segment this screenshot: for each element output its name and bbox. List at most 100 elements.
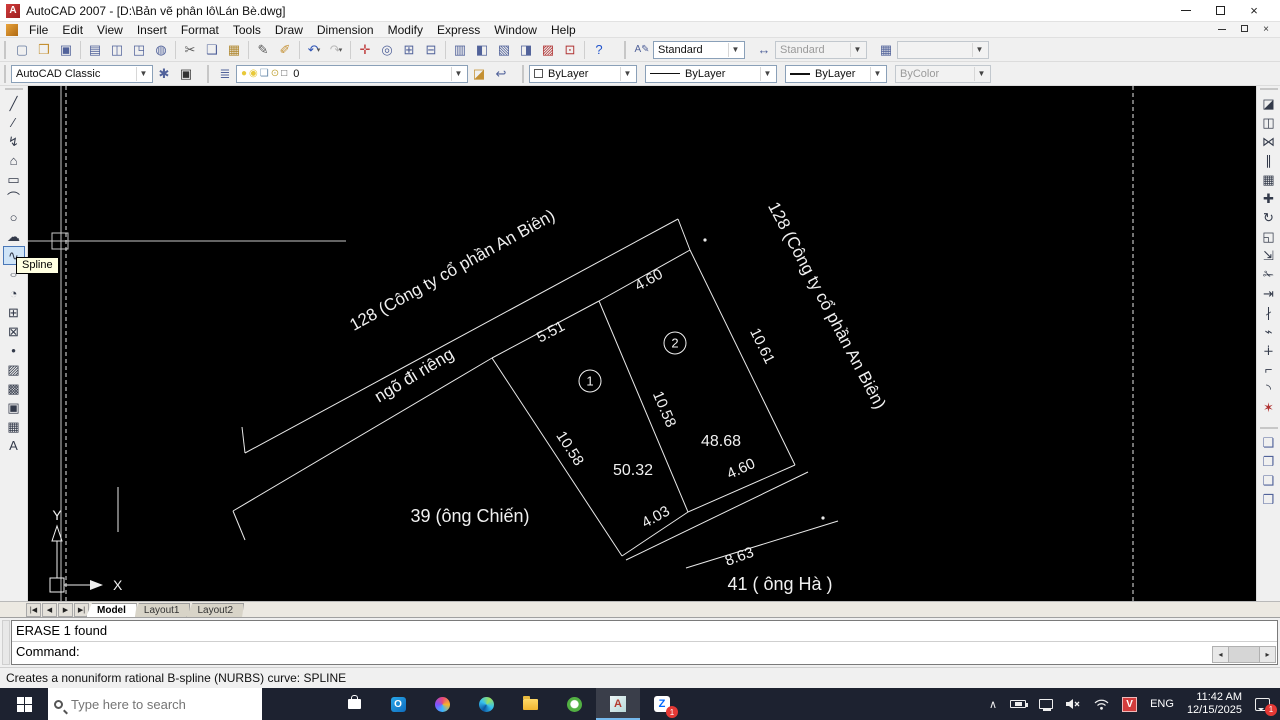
workspace-select[interactable]: AutoCAD Classic ▼: [11, 65, 153, 83]
close-button[interactable]: ×: [1248, 5, 1260, 17]
workspace-settings-button[interactable]: ✱: [153, 64, 175, 84]
multiline-text-button[interactable]: A: [3, 436, 25, 455]
sheet-set-manager-button[interactable]: ◨: [515, 40, 537, 60]
table-style-button[interactable]: ▦: [875, 40, 897, 60]
extend-button[interactable]: ⇥: [1258, 284, 1280, 303]
scale-button[interactable]: ◱: [1258, 227, 1280, 246]
taskbar-edge-button[interactable]: [464, 688, 508, 720]
help-button[interactable]: ?: [588, 40, 610, 60]
dropdown-arrow-icon[interactable]: ▾: [339, 46, 343, 54]
array-button[interactable]: ▦: [1258, 170, 1280, 189]
mdi-restore-button[interactable]: [1238, 24, 1250, 35]
polyline-button[interactable]: ↯: [3, 132, 25, 151]
redo-button[interactable]: ↷▾: [325, 40, 347, 60]
toolbar-grip[interactable]: [1260, 88, 1278, 92]
cut-button[interactable]: ✂: [179, 40, 201, 60]
move-button[interactable]: ✚: [1258, 189, 1280, 208]
open-button[interactable]: ❒: [33, 40, 55, 60]
layer-vp-icon[interactable]: ❏: [260, 69, 269, 79]
menu-express[interactable]: Express: [430, 22, 487, 38]
polygon-button[interactable]: ⌂: [3, 151, 25, 170]
language-indicator[interactable]: ENG: [1150, 698, 1174, 710]
toolbar-grip[interactable]: [624, 41, 628, 59]
search-highlight-cupcake-icon[interactable]: [241, 695, 256, 713]
display-cast-icon[interactable]: [1039, 699, 1053, 709]
gradient-button[interactable]: ▩: [3, 379, 25, 398]
match-properties-button[interactable]: ✎: [252, 40, 274, 60]
drawing-canvas[interactable]: 128 (Công ty cổ phần An Biên)ngõ đi riên…: [28, 86, 1256, 601]
menu-window[interactable]: Window: [487, 22, 544, 38]
menu-file[interactable]: File: [22, 22, 55, 38]
wifi-icon[interactable]: [1094, 699, 1109, 710]
toolbar-grip[interactable]: [1260, 427, 1278, 431]
pan-realtime-button[interactable]: ✛: [354, 40, 376, 60]
tab-nav-0[interactable]: |◀: [26, 603, 41, 617]
bring-above-button[interactable]: ❑: [1258, 471, 1280, 490]
tab-layout2[interactable]: Layout2: [186, 603, 244, 617]
dropdown-arrow-icon[interactable]: ▾: [317, 46, 321, 54]
start-button[interactable]: [0, 688, 48, 720]
minimize-button[interactable]: [1180, 5, 1192, 17]
battery-icon[interactable]: [1010, 700, 1026, 708]
layer-previous-button[interactable]: ↩: [490, 64, 512, 84]
table-button[interactable]: ▦: [3, 417, 25, 436]
lineweight-select[interactable]: ByLayer ▼: [785, 65, 887, 83]
taskbar-outlook-button[interactable]: O: [376, 688, 420, 720]
chevron-down-icon[interactable]: ▼: [728, 43, 742, 57]
layer-on-icon[interactable]: ●: [241, 69, 247, 79]
table-style-select[interactable]: ▼: [897, 41, 989, 59]
notification-center-icon[interactable]: 1: [1255, 698, 1270, 711]
scroll-right-button[interactable]: ▸: [1259, 646, 1276, 663]
revision-cloud-button[interactable]: ☁: [3, 227, 25, 246]
taskbar-store-button[interactable]: [332, 688, 376, 720]
menu-tools[interactable]: Tools: [226, 22, 268, 38]
scrollbar-track[interactable]: [1229, 646, 1259, 663]
arc-button[interactable]: ⌒: [3, 189, 25, 208]
search-input[interactable]: [69, 696, 235, 713]
taskbar-explorer-button[interactable]: [508, 688, 552, 720]
chevron-down-icon[interactable]: ▼: [136, 67, 150, 81]
dim-style-select[interactable]: Standard ▼: [775, 41, 867, 59]
tab-nav-3[interactable]: ▶|: [74, 603, 89, 617]
toolbar-grip[interactable]: [4, 65, 8, 83]
mirror-button[interactable]: ⋈: [1258, 132, 1280, 151]
zoom-realtime-button[interactable]: ◎: [376, 40, 398, 60]
point-button[interactable]: •: [3, 341, 25, 360]
tab-layout1[interactable]: Layout1: [133, 603, 191, 617]
region-button[interactable]: ▣: [3, 398, 25, 417]
menu-modify[interactable]: Modify: [381, 22, 430, 38]
taskbar-copilot-button[interactable]: [420, 688, 464, 720]
volume-muted-icon[interactable]: [1066, 698, 1081, 710]
color-select[interactable]: ByLayer ▼: [529, 65, 637, 83]
command-window-grip[interactable]: [2, 620, 10, 665]
join-button[interactable]: ∔: [1258, 341, 1280, 360]
block-editor-button[interactable]: ✐: [274, 40, 296, 60]
trim-button[interactable]: ✁: [1258, 265, 1280, 284]
stretch-button[interactable]: ⇲: [1258, 246, 1280, 265]
tool-palettes-button[interactable]: ▧: [493, 40, 515, 60]
chevron-down-icon[interactable]: ▼: [451, 67, 465, 81]
text-style-button[interactable]: A✎: [631, 40, 653, 60]
plot-style-select[interactable]: ByColor ▼: [895, 65, 991, 83]
zoom-window-button[interactable]: ⊞: [398, 40, 420, 60]
undo-button[interactable]: ↶▾: [303, 40, 325, 60]
3d-dwf-button[interactable]: ◍: [150, 40, 172, 60]
new-button[interactable]: ▢: [11, 40, 33, 60]
taskbar-zalo-button[interactable]: Z1: [640, 688, 684, 720]
break-button[interactable]: ⌁: [1258, 322, 1280, 341]
quickcalc-button[interactable]: ⊡: [559, 40, 581, 60]
layer-freeze-icon[interactable]: ◉: [249, 69, 258, 79]
offset-button[interactable]: ∥: [1258, 151, 1280, 170]
hatch-button[interactable]: ▨: [3, 360, 25, 379]
menu-draw[interactable]: Draw: [268, 22, 310, 38]
fillet-button[interactable]: ◝: [1258, 379, 1280, 398]
construction-line-button[interactable]: ∕: [3, 113, 25, 132]
insert-block-button[interactable]: ⊞: [3, 303, 25, 322]
dim-style-button[interactable]: ↔: [753, 40, 775, 60]
properties-button[interactable]: ▥: [449, 40, 471, 60]
publish-button[interactable]: ◳: [128, 40, 150, 60]
text-style-select[interactable]: Standard ▼: [653, 41, 745, 59]
designcenter-button[interactable]: ◧: [471, 40, 493, 60]
copy-clip-button[interactable]: ❑: [201, 40, 223, 60]
send-under-button[interactable]: ❒: [1258, 490, 1280, 509]
